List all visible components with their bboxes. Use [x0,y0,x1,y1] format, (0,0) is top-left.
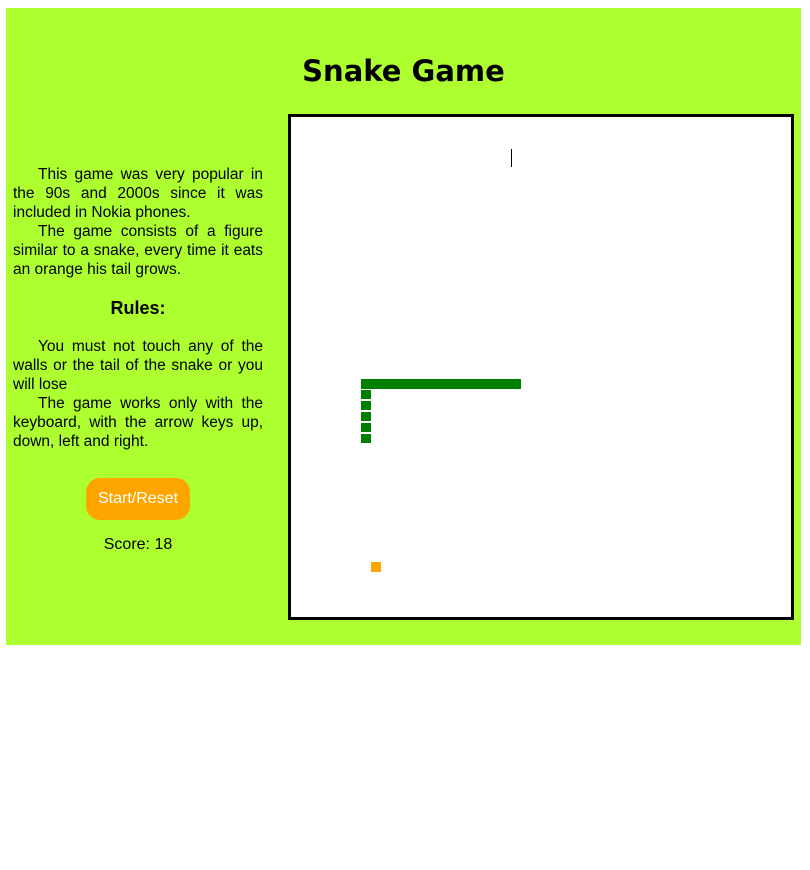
snake-segment [361,401,371,410]
intro-paragraph-1: This game was very popular in the 90s an… [13,166,263,221]
rules-paragraph-2: The game works only with the keyboard, w… [13,395,263,450]
rules-paragraph-1: You must not touch any of the walls or t… [13,338,263,393]
page-title: Snake Game [302,54,505,88]
intro-paragraph-2: The game consists of a figure similar to… [13,223,263,278]
text-cursor [511,149,512,167]
snake-segment [361,434,371,443]
button-wrap: Start/Reset [13,478,263,520]
snake-segment [361,390,371,399]
start-reset-button[interactable]: Start/Reset [86,478,190,520]
snake-segment [361,423,371,432]
score-display: Score: 18 [103,536,173,553]
sidebar: This game was very popular in the 90s an… [13,165,263,554]
orange-food [371,562,381,572]
snake-segment [361,412,371,421]
rules-heading: Rules: [110,298,166,318]
game-page: Snake Game This game was very popular in… [6,8,801,645]
game-board[interactable] [288,114,794,620]
snake-segment-body [361,379,521,389]
